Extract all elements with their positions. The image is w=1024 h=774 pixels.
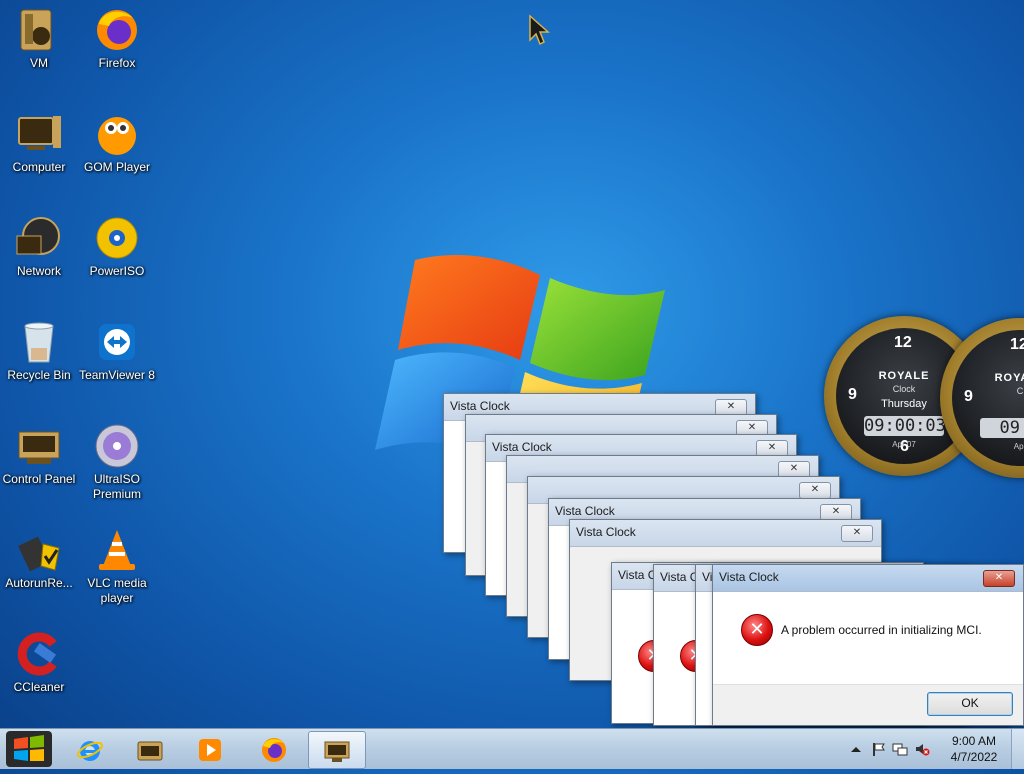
dialog-footer: OK [713, 684, 1023, 725]
desktop: VM Firefox Computer GOM Player Network P… [0, 0, 1024, 728]
recycle-bin-icon [15, 318, 63, 366]
ccleaner-icon [15, 630, 63, 678]
desktop-icon-computer[interactable]: Computer [0, 110, 78, 175]
desktop-icon-autorun[interactable]: AutorunRe... [0, 526, 78, 591]
close-button[interactable]: ✕ [841, 525, 873, 542]
ultraiso-icon [93, 422, 141, 470]
gadget-date: Apr [1013, 442, 1024, 451]
desktop-icon-firefox[interactable]: Firefox [78, 6, 156, 71]
desktop-icon-label: GOM Player [83, 160, 150, 174]
ok-button[interactable]: OK [927, 692, 1013, 716]
mouse-cursor-icon [529, 14, 550, 46]
vm-user-icon [15, 6, 63, 54]
desktop-icon-ccleaner[interactable]: CCleaner [0, 630, 78, 695]
desktop-icon-ultraiso[interactable]: UltraISO Premium [78, 422, 156, 502]
start-button[interactable] [2, 729, 56, 769]
taskbar-internet-explorer[interactable] [62, 731, 118, 767]
vlc-icon [93, 526, 141, 574]
close-button[interactable]: ✕ [983, 570, 1015, 587]
desktop-icon-poweriso[interactable]: PowerISO [78, 214, 156, 279]
dialog-title: Vista Clock [555, 504, 615, 518]
dialog-title: Vista Clock [576, 525, 636, 539]
taskbar-firefox[interactable] [246, 731, 302, 767]
dialog-title: Vista Clock [719, 570, 779, 584]
network-tray-icon[interactable] [892, 741, 908, 757]
desktop-icon-label: VM [30, 56, 48, 70]
system-tray: 9:00 AM 4/7/2022 [834, 729, 1024, 769]
media-player-icon [199, 739, 221, 761]
internet-explorer-icon [77, 741, 103, 761]
autorun-icon [15, 526, 63, 574]
action-center-flag-icon[interactable] [870, 741, 886, 757]
network-icon [15, 214, 63, 262]
desktop-icon-vm[interactable]: VM [0, 6, 78, 71]
explorer-folder-icon [137, 741, 163, 761]
desktop-icon-label: AutorunRe... [5, 576, 73, 590]
taskbar-media-player[interactable] [182, 731, 238, 767]
desktop-icon-label: Firefox [98, 56, 136, 70]
dialog-body: ✕ A problem occurred in initializing MCI… [713, 592, 1023, 725]
desktop-icon-control-panel[interactable]: Control Panel [0, 422, 78, 487]
desktop-icon-gom-player[interactable]: GOM Player [78, 110, 156, 175]
desktop-icon-label: CCleaner [13, 680, 65, 694]
dialog-titlebar[interactable]: Vista Clock ✕ [570, 520, 881, 547]
error-message: A problem occurred in initializing MCI. [781, 623, 982, 637]
show-desktop-button[interactable] [1011, 729, 1024, 769]
desktop-icon-label: Recycle Bin [7, 368, 71, 382]
taskbar-vista-clock[interactable] [308, 731, 366, 769]
desktop-icon-label: TeamViewer 8 [79, 368, 155, 382]
vista-clock-icon [324, 741, 350, 762]
desktop-icon-label: Network [16, 264, 61, 278]
teamviewer-icon [93, 318, 141, 366]
dialog-title: Vista Clock [450, 399, 510, 413]
desktop-icon-label: VLC media player [87, 576, 147, 605]
clock-date: 4/7/2022 [950, 750, 998, 764]
taskbar: 9:00 AM 4/7/2022 [0, 728, 1024, 769]
dialog-titlebar[interactable]: Vista Clock ✕ [713, 565, 1023, 592]
desktop-icon-teamviewer[interactable]: TeamViewer 8 [78, 318, 156, 383]
error-icon: ✕ [741, 614, 773, 646]
desktop-icon-label: Computer [12, 160, 66, 174]
poweriso-icon [93, 214, 141, 262]
clock-time: 9:00 AM [951, 734, 997, 748]
start-orb-icon [6, 731, 52, 767]
dialog-title: Vista Clock [492, 440, 552, 454]
desktop-icon-label: UltraISO Premium [92, 472, 141, 501]
desktop-icon-label: PowerISO [89, 264, 145, 278]
gadget-time: 09:00:03 [864, 416, 946, 436]
gom-player-icon [93, 110, 141, 158]
error-dialog-active[interactable]: Vista Clock ✕ ✕ A problem occurred in in… [712, 564, 1024, 726]
taskbar-explorer[interactable] [122, 731, 178, 767]
desktop-icon-recycle-bin[interactable]: Recycle Bin [0, 318, 78, 383]
firefox-icon [262, 738, 286, 762]
close-button[interactable]: ✕ [799, 482, 831, 499]
taskbar-clock[interactable]: 9:00 AM 4/7/2022 [944, 733, 1004, 765]
clock-face: 12 9 ROYALE C 09:0 Apr [952, 330, 1024, 466]
desktop-icon-vlc[interactable]: VLC media player [78, 526, 156, 606]
firefox-icon [93, 6, 141, 54]
control-panel-icon [15, 422, 63, 470]
desktop-icon-network[interactable]: Network [0, 214, 78, 279]
computer-icon [15, 110, 63, 158]
volume-muted-icon[interactable] [914, 741, 930, 757]
gadget-brand: ROYALE [994, 372, 1024, 384]
gadget-time: 09:0 [980, 418, 1024, 438]
desktop-icon-label: Control Panel [2, 472, 76, 486]
gadget-subtitle: C [1016, 386, 1024, 396]
show-hidden-icons-chevron-icon[interactable] [848, 741, 864, 757]
